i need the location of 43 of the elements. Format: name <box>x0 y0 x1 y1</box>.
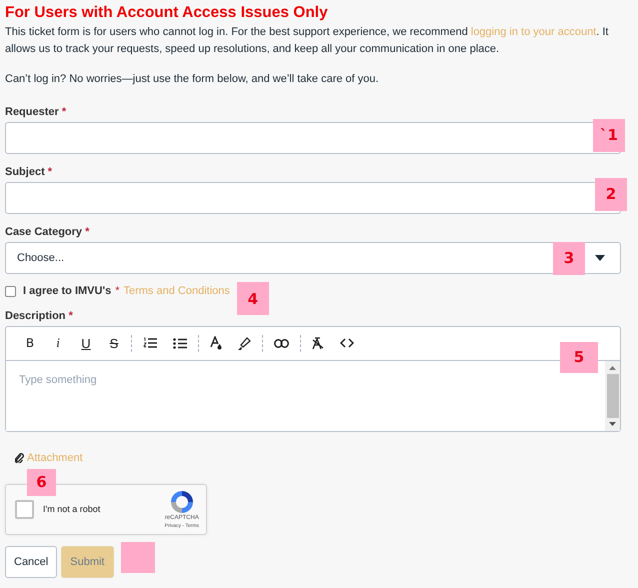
field-label: Requester <box>5 106 59 118</box>
annotation-marker: `1 <box>593 118 625 152</box>
captcha-checkbox[interactable] <box>15 500 34 518</box>
required-mark: * <box>115 285 120 297</box>
field-label: Description <box>5 310 66 322</box>
field-label: Case Category <box>5 226 82 238</box>
required-mark: * <box>62 106 66 118</box>
bold-button[interactable]: B <box>24 336 36 350</box>
caret-icon <box>595 254 605 260</box>
annotation-marker: 3 <box>553 242 585 274</box>
text-color-icon[interactable] <box>210 336 222 350</box>
italic-button[interactable]: i <box>52 335 64 351</box>
captcha-label: I'm not a robot <box>43 504 102 514</box>
requester-field[interactable] <box>5 122 621 154</box>
numbered-list-icon[interactable] <box>143 337 157 349</box>
link-icon[interactable] <box>274 338 289 348</box>
annotation-marker: 2 <box>595 178 627 210</box>
code-icon[interactable] <box>340 338 354 348</box>
underline-button[interactable]: U <box>80 336 92 350</box>
scrollbar[interactable] <box>605 360 620 430</box>
strikethrough-button[interactable]: S <box>108 336 120 350</box>
clear-format-icon[interactable] <box>312 336 324 350</box>
paperclip-icon <box>15 452 24 462</box>
required-mark: * <box>68 310 73 322</box>
note-text: Can’t log in? No worries—just use the form below, and we’ll take care of you. <box>5 72 380 87</box>
scroll-down-icon[interactable] <box>609 422 616 426</box>
intro-paragraph: This ticket form is for users who cannot log in. For the best support experience, we recommend logging in to your account. It allows us to track your requests, speed up resolutions, and keep all your communication in one place. <box>5 25 610 56</box>
agree-label: I agree to IMVU's <box>23 285 112 297</box>
subject-field[interactable] <box>5 182 621 214</box>
cancel-button[interactable]: Cancel <box>5 546 58 578</box>
form-heading: For Users with Account Access Issues Only <box>5 4 329 22</box>
agree-checkbox[interactable] <box>5 286 16 296</box>
bullet-list-icon[interactable] <box>173 338 187 348</box>
captcha-logo-icon <box>168 489 195 515</box>
annotation-marker: 6 <box>27 468 56 496</box>
annotation-marker: 5 <box>560 342 598 372</box>
scroll-up-icon[interactable] <box>609 366 616 370</box>
required-mark: * <box>48 166 52 178</box>
highlighter-icon[interactable] <box>238 336 251 350</box>
annotation-marker: 4 <box>236 282 269 315</box>
field-label: Subject <box>5 166 45 178</box>
placeholder-text: Type something <box>19 374 97 386</box>
required-mark: * <box>85 226 90 238</box>
